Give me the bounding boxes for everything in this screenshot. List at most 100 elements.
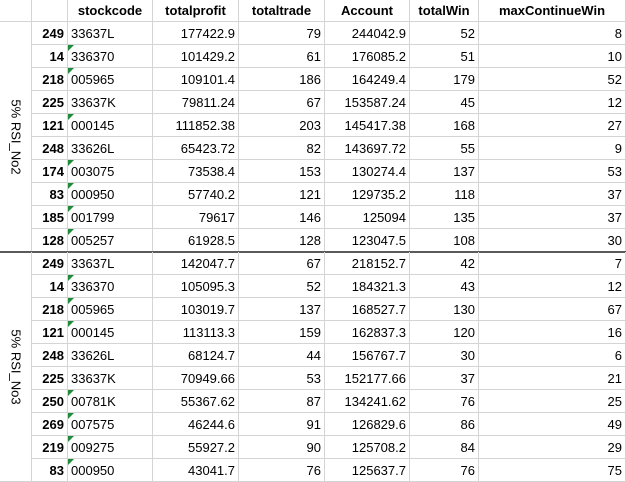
maxcontinuewin-cell[interactable]: 9 bbox=[479, 137, 626, 160]
stockcode-cell[interactable]: 33637K bbox=[68, 367, 153, 390]
stockcode-cell[interactable]: 000950 bbox=[68, 459, 153, 482]
totaltrade-cell[interactable]: 87 bbox=[239, 390, 325, 413]
row-index-cell[interactable]: 250 bbox=[32, 390, 68, 413]
totalprofit-cell[interactable]: 109101.4 bbox=[153, 68, 239, 91]
maxcontinuewin-cell[interactable]: 52 bbox=[479, 68, 626, 91]
maxcontinuewin-cell[interactable]: 8 bbox=[479, 22, 626, 45]
totalprofit-cell[interactable]: 111852.38 bbox=[153, 114, 239, 137]
row-index-cell[interactable]: 249 bbox=[32, 252, 68, 275]
account-cell[interactable]: 218152.7 bbox=[325, 252, 410, 275]
column-header[interactable] bbox=[32, 0, 68, 22]
totalprofit-cell[interactable]: 101429.2 bbox=[153, 45, 239, 68]
totalprofit-cell[interactable]: 55367.62 bbox=[153, 390, 239, 413]
maxcontinuewin-cell[interactable]: 7 bbox=[479, 252, 626, 275]
row-index-cell[interactable]: 218 bbox=[32, 68, 68, 91]
totaltrade-cell[interactable]: 91 bbox=[239, 413, 325, 436]
stockcode-cell[interactable]: 000145 bbox=[68, 321, 153, 344]
account-cell[interactable]: 152177.66 bbox=[325, 367, 410, 390]
stockcode-cell[interactable]: 003075 bbox=[68, 160, 153, 183]
totalwin-cell[interactable]: 84 bbox=[410, 436, 479, 459]
totalwin-cell[interactable]: 108 bbox=[410, 229, 479, 252]
column-header[interactable]: Account bbox=[325, 0, 410, 22]
maxcontinuewin-cell[interactable]: 67 bbox=[479, 298, 626, 321]
totalwin-cell[interactable]: 52 bbox=[410, 22, 479, 45]
maxcontinuewin-cell[interactable]: 16 bbox=[479, 321, 626, 344]
totalprofit-cell[interactable]: 103019.7 bbox=[153, 298, 239, 321]
totalprofit-cell[interactable]: 113113.3 bbox=[153, 321, 239, 344]
totaltrade-cell[interactable]: 52 bbox=[239, 275, 325, 298]
account-cell[interactable]: 130274.4 bbox=[325, 160, 410, 183]
totalprofit-cell[interactable]: 142047.7 bbox=[153, 252, 239, 275]
maxcontinuewin-cell[interactable]: 21 bbox=[479, 367, 626, 390]
account-cell[interactable]: 164249.4 bbox=[325, 68, 410, 91]
totalwin-cell[interactable]: 137 bbox=[410, 160, 479, 183]
account-cell[interactable]: 126829.6 bbox=[325, 413, 410, 436]
maxcontinuewin-cell[interactable]: 12 bbox=[479, 91, 626, 114]
totalprofit-cell[interactable]: 70949.66 bbox=[153, 367, 239, 390]
account-cell[interactable]: 123047.5 bbox=[325, 229, 410, 252]
totalwin-cell[interactable]: 55 bbox=[410, 137, 479, 160]
totalprofit-cell[interactable]: 177422.9 bbox=[153, 22, 239, 45]
totalprofit-cell[interactable]: 105095.3 bbox=[153, 275, 239, 298]
stockcode-cell[interactable]: 000950 bbox=[68, 183, 153, 206]
totalprofit-cell[interactable]: 73538.4 bbox=[153, 160, 239, 183]
totaltrade-cell[interactable]: 121 bbox=[239, 183, 325, 206]
totaltrade-cell[interactable]: 153 bbox=[239, 160, 325, 183]
maxcontinuewin-cell[interactable]: 25 bbox=[479, 390, 626, 413]
totalprofit-cell[interactable]: 43041.7 bbox=[153, 459, 239, 482]
stockcode-cell[interactable]: 005965 bbox=[68, 68, 153, 91]
account-cell[interactable]: 125708.2 bbox=[325, 436, 410, 459]
totaltrade-cell[interactable]: 79 bbox=[239, 22, 325, 45]
totalwin-cell[interactable]: 135 bbox=[410, 206, 479, 229]
totaltrade-cell[interactable]: 67 bbox=[239, 91, 325, 114]
maxcontinuewin-cell[interactable]: 29 bbox=[479, 436, 626, 459]
totalwin-cell[interactable]: 42 bbox=[410, 252, 479, 275]
row-index-cell[interactable]: 174 bbox=[32, 160, 68, 183]
totaltrade-cell[interactable]: 137 bbox=[239, 298, 325, 321]
account-cell[interactable]: 156767.7 bbox=[325, 344, 410, 367]
totaltrade-cell[interactable]: 203 bbox=[239, 114, 325, 137]
maxcontinuewin-cell[interactable]: 49 bbox=[479, 413, 626, 436]
row-index-cell[interactable]: 128 bbox=[32, 229, 68, 252]
row-index-cell[interactable]: 248 bbox=[32, 344, 68, 367]
column-header[interactable]: totaltrade bbox=[239, 0, 325, 22]
row-index-cell[interactable]: 269 bbox=[32, 413, 68, 436]
column-header[interactable]: stockcode bbox=[68, 0, 153, 22]
totaltrade-cell[interactable]: 76 bbox=[239, 459, 325, 482]
stockcode-cell[interactable]: 33626L bbox=[68, 137, 153, 160]
totaltrade-cell[interactable]: 82 bbox=[239, 137, 325, 160]
totaltrade-cell[interactable]: 146 bbox=[239, 206, 325, 229]
stockcode-cell[interactable]: 33637L bbox=[68, 22, 153, 45]
stockcode-cell[interactable]: 005965 bbox=[68, 298, 153, 321]
stockcode-cell[interactable]: 007575 bbox=[68, 413, 153, 436]
stockcode-cell[interactable]: 001799 bbox=[68, 206, 153, 229]
row-index-cell[interactable]: 83 bbox=[32, 183, 68, 206]
maxcontinuewin-cell[interactable]: 10 bbox=[479, 45, 626, 68]
maxcontinuewin-cell[interactable]: 27 bbox=[479, 114, 626, 137]
totalwin-cell[interactable]: 168 bbox=[410, 114, 479, 137]
stockcode-cell[interactable]: 009275 bbox=[68, 436, 153, 459]
totalprofit-cell[interactable]: 79811.24 bbox=[153, 91, 239, 114]
account-cell[interactable]: 125094 bbox=[325, 206, 410, 229]
group-label[interactable]: 5% RSI_No2 bbox=[0, 22, 32, 252]
stockcode-cell[interactable]: 33637K bbox=[68, 91, 153, 114]
totalwin-cell[interactable]: 76 bbox=[410, 390, 479, 413]
totalprofit-cell[interactable]: 57740.2 bbox=[153, 183, 239, 206]
account-cell[interactable]: 244042.9 bbox=[325, 22, 410, 45]
group-label[interactable]: 5% RSI_No3 bbox=[0, 252, 32, 482]
account-cell[interactable]: 143697.72 bbox=[325, 137, 410, 160]
account-cell[interactable]: 145417.38 bbox=[325, 114, 410, 137]
totaltrade-cell[interactable]: 67 bbox=[239, 252, 325, 275]
account-cell[interactable]: 176085.2 bbox=[325, 45, 410, 68]
totalprofit-cell[interactable]: 68124.7 bbox=[153, 344, 239, 367]
account-cell[interactable]: 125637.7 bbox=[325, 459, 410, 482]
totalwin-cell[interactable]: 120 bbox=[410, 321, 479, 344]
totalwin-cell[interactable]: 43 bbox=[410, 275, 479, 298]
stockcode-cell[interactable]: 33626L bbox=[68, 344, 153, 367]
row-index-cell[interactable]: 248 bbox=[32, 137, 68, 160]
account-cell[interactable]: 168527.7 bbox=[325, 298, 410, 321]
column-header[interactable] bbox=[0, 0, 32, 22]
totaltrade-cell[interactable]: 53 bbox=[239, 367, 325, 390]
column-header[interactable]: maxContinueWin bbox=[479, 0, 626, 22]
totalwin-cell[interactable]: 30 bbox=[410, 344, 479, 367]
